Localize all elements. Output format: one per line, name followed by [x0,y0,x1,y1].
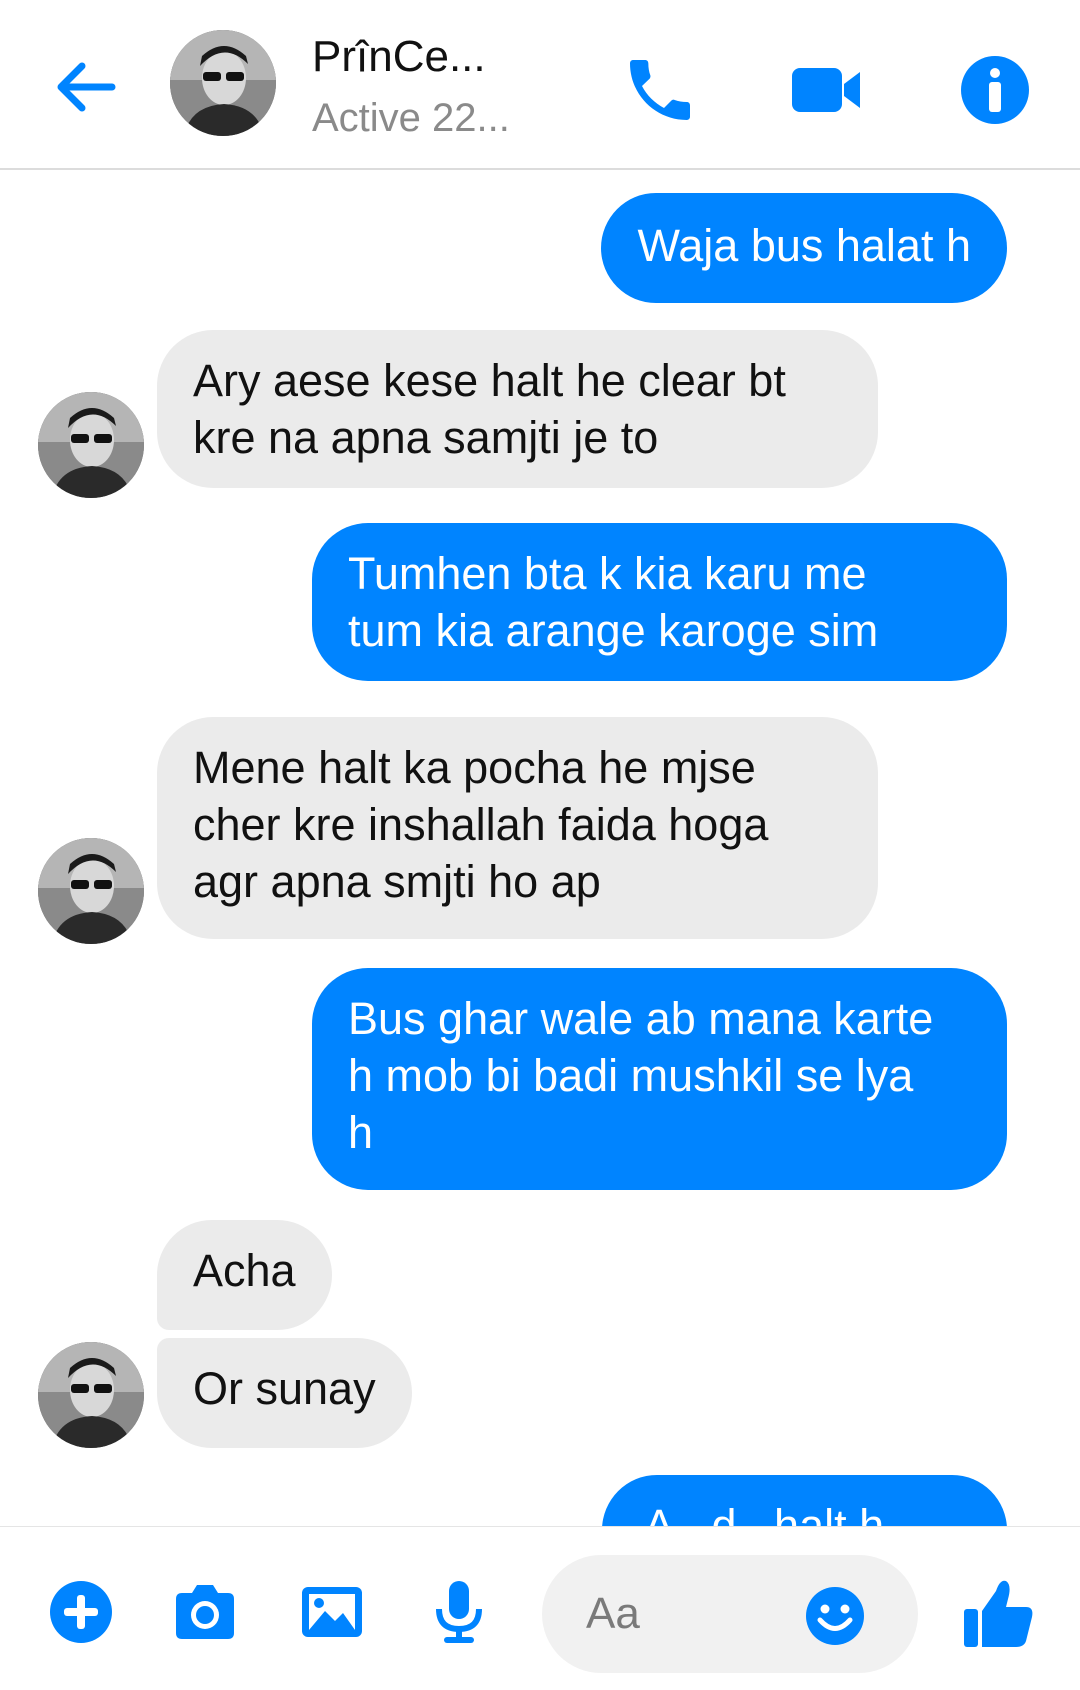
profile-photo [170,30,276,136]
video-call-button[interactable] [786,50,866,130]
voice-call-button[interactable] [620,50,700,130]
phone-icon [630,60,690,120]
outgoing-message[interactable]: Waja bus halat h [601,193,1007,303]
profile-photo [38,392,144,498]
thumbs-up-icon [964,1580,1033,1647]
plus-icon [50,1581,112,1643]
arrow-left-icon [57,62,116,112]
outgoing-message[interactable]: Bus ghar wale ab mana karte h mob bi bad… [312,968,1007,1190]
incoming-message[interactable]: Or sunay [157,1338,412,1448]
gallery-button[interactable] [297,1577,367,1647]
contact-name[interactable]: PrînCe... [312,32,486,82]
message-thread[interactable]: Waja bus halat h Ary aese kese halt he c… [0,170,1080,1526]
video-camera-icon [792,68,860,112]
outgoing-message[interactable]: Tumhen bta k kia karu me tum kia arange … [312,523,1007,681]
image-icon [302,1587,362,1637]
sender-avatar[interactable] [38,1342,144,1448]
emoji-icon [806,1587,864,1645]
back-button[interactable] [50,52,120,122]
camera-icon [176,1585,234,1639]
incoming-message[interactable]: Acha [157,1220,332,1330]
incoming-message[interactable]: Ary aese kese halt he clear bt kre na ap… [157,330,878,488]
active-status: Active 22... [312,96,510,140]
outgoing-message-partial[interactable]: A...d...halt h... [602,1475,1007,1526]
microphone-icon [436,1581,482,1643]
conversation-info-button[interactable] [955,50,1035,130]
message-input[interactable]: Aa [542,1555,918,1673]
message-composer: Aa [0,1526,1080,1690]
message-placeholder: Aa [586,1589,640,1638]
contact-avatar[interactable] [170,30,276,136]
sender-avatar[interactable] [38,392,144,498]
incoming-message[interactable]: Mene halt ka pocha he mjse cher kre insh… [157,717,878,939]
sender-avatar[interactable] [38,838,144,944]
profile-photo [38,838,144,944]
profile-photo [38,1342,144,1448]
info-icon [961,56,1029,124]
more-actions-button[interactable] [46,1577,116,1647]
voice-message-button[interactable] [424,1577,494,1647]
emoji-button[interactable] [804,1585,866,1647]
send-like-button[interactable] [960,1575,1036,1651]
conversation-header: PrînCe... Active 22... [0,0,1080,170]
camera-button[interactable] [170,1577,240,1647]
